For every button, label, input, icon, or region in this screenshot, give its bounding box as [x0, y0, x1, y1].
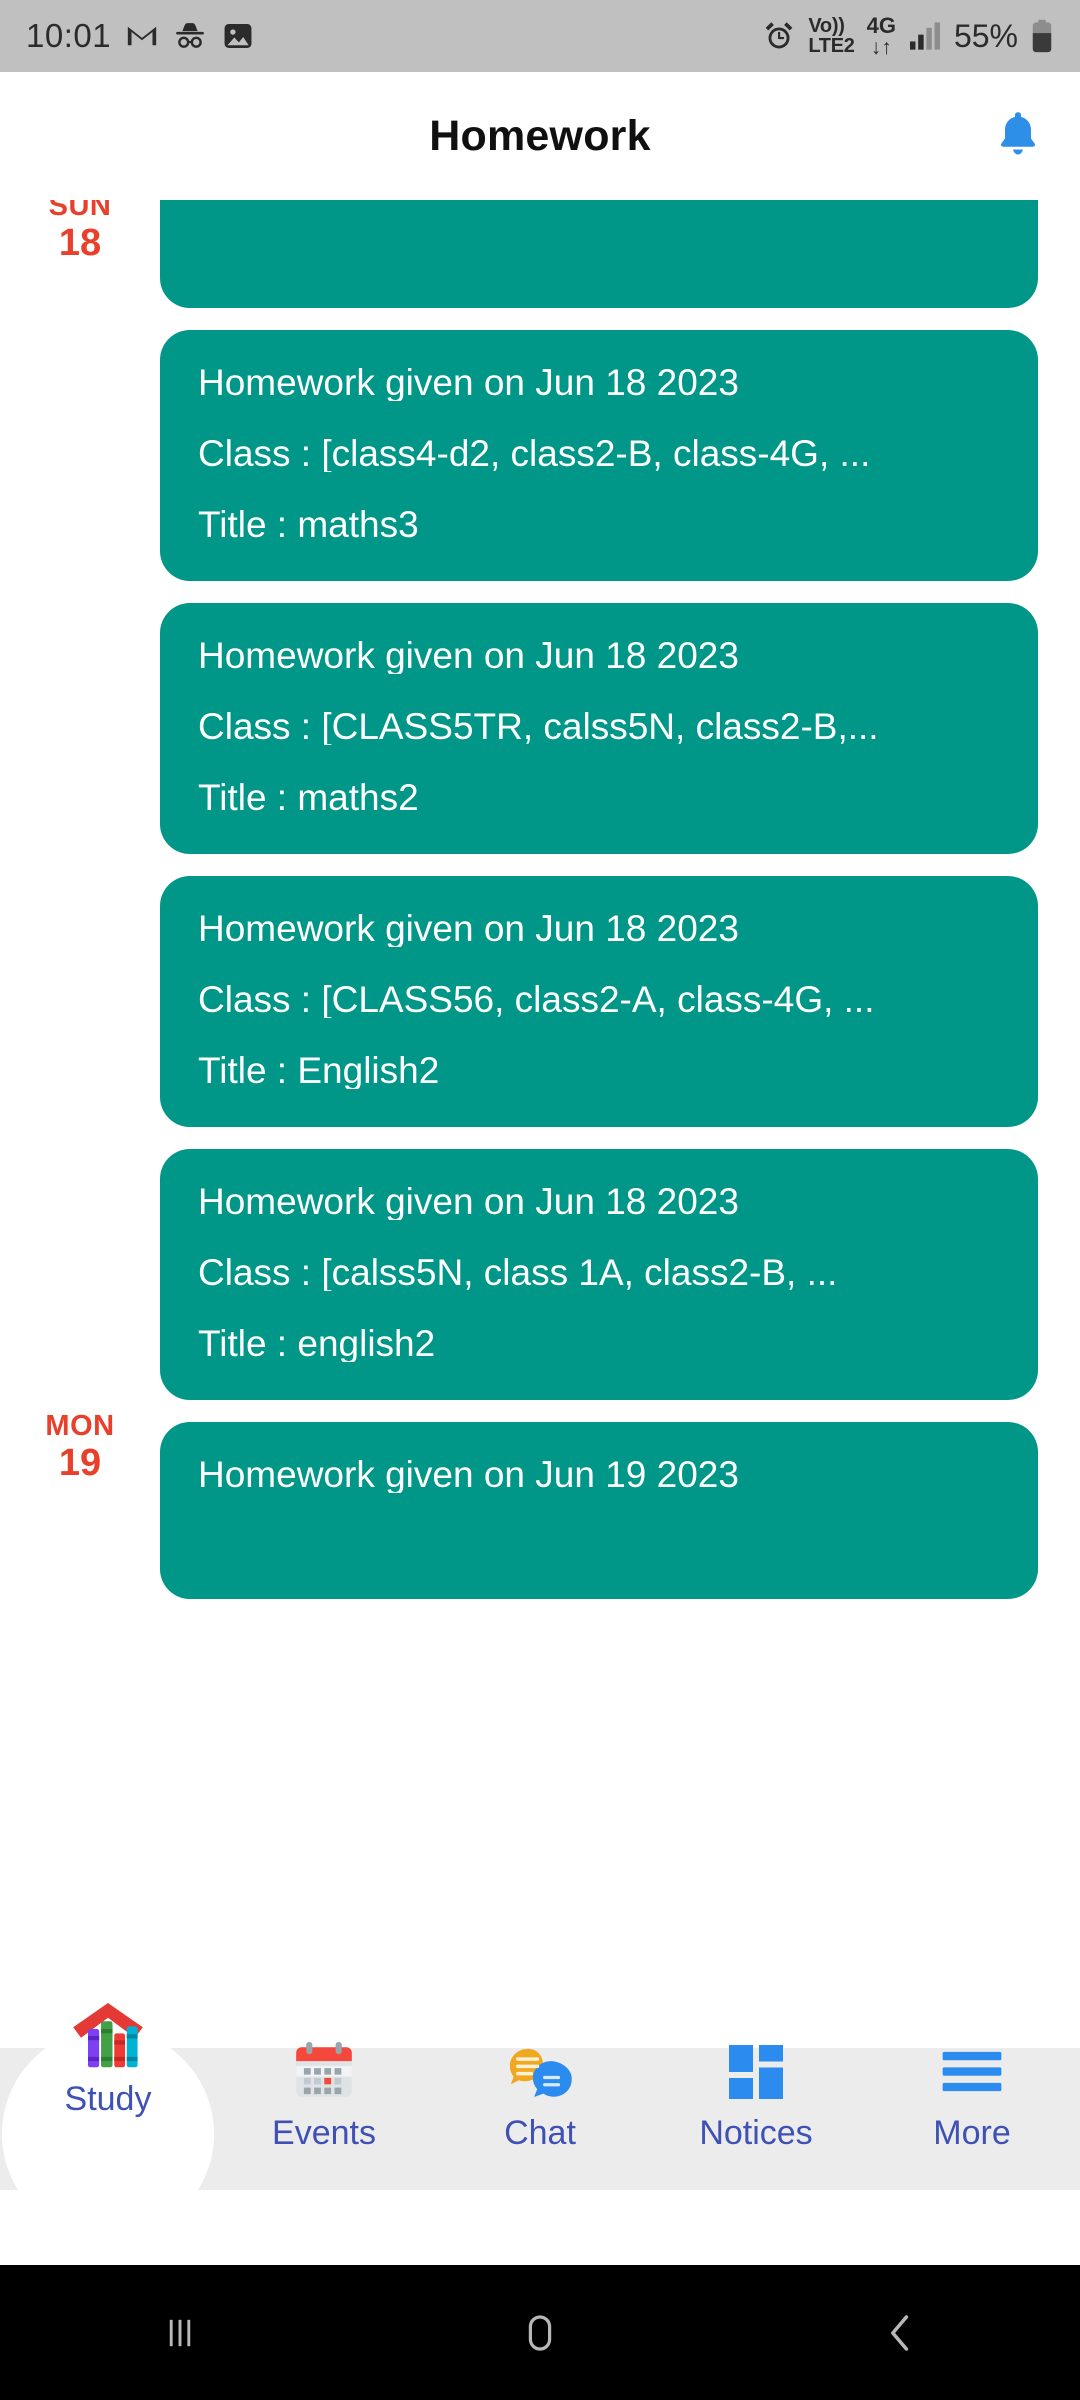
nav-label-notices: Notices — [699, 2114, 813, 2152]
homework-class-line: Class : [CLASS5TR, calss5N, class2-B,... — [198, 708, 879, 745]
homework-list[interactable]: SUN 18 Homework given on Jun 18 2023 Cla… — [0, 200, 1080, 1960]
homework-card[interactable]: Homework given on Jun 18 2023 Class : [C… — [160, 876, 1038, 1127]
day-group: SUN 18 Homework given on Jun 18 2023 Cla… — [0, 200, 1080, 1400]
homework-card[interactable]: Homework given on Jun 18 2023 Class : [C… — [160, 603, 1038, 854]
homework-card[interactable]: Homework given on Jun 19 2023 — [160, 1422, 1038, 1599]
date-day-number: 18 — [58, 222, 102, 265]
homework-title-line: Title : English2 — [198, 1052, 440, 1089]
bottom-nav-items: Study Events Chat Notices More — [0, 1980, 1080, 2190]
phone-screen: 10:01 Vo)) LTE2 4G ↓↑ 55% Homework SUN 1… — [0, 0, 1080, 2400]
nav-label-chat: Chat — [504, 2114, 576, 2152]
calendar-icon — [290, 2036, 358, 2108]
homework-card[interactable]: Homework given on Jun 18 2023 Class : [c… — [160, 1149, 1038, 1400]
battery-percent-label: 55% — [953, 17, 1018, 54]
homework-heading: Homework given on Jun 18 2023 — [198, 910, 739, 947]
date-label: SUN 18 — [0, 200, 160, 265]
homework-title-line: Title : english2 — [198, 1325, 436, 1362]
chat-bubbles-icon — [504, 2036, 576, 2108]
battery-icon — [1030, 19, 1054, 53]
grid-icon — [723, 2036, 789, 2108]
homework-heading: Homework given on Jun 18 2023 — [198, 637, 739, 674]
status-bar-left: 10:01 — [26, 17, 255, 55]
recents-icon — [158, 2311, 202, 2355]
home-icon — [516, 2309, 564, 2357]
system-navigation-bar — [0, 2265, 1080, 2400]
homework-class-line: Class : [CLASS56, class2-A, class-4G, ..… — [198, 981, 875, 1018]
homework-class-line: Class : [calss5N, class 1A, class2-B, ..… — [198, 1254, 838, 1291]
nav-item-chat[interactable]: Chat — [432, 1980, 648, 2150]
homework-heading: Homework given on Jun 19 2023 — [198, 1456, 739, 1493]
homework-heading: Homework given on Jun 18 2023 — [198, 364, 739, 401]
nav-label-more: More — [933, 2114, 1011, 2152]
homework-heading: Homework given on Jun 18 2023 — [198, 1183, 739, 1220]
day-group: MON 19 Homework given on Jun 19 2023 — [0, 1410, 1080, 1599]
status-bar: 10:01 Vo)) LTE2 4G ↓↑ 55% — [0, 0, 1080, 72]
status-bar-clock: 10:01 — [26, 17, 112, 54]
nav-item-study[interactable]: Study — [0, 1980, 216, 2116]
nav-item-notices[interactable]: Notices — [648, 1980, 864, 2150]
homework-card[interactable] — [160, 200, 1038, 308]
date-day-of-week: SUN — [48, 200, 112, 222]
homework-title-line: Title : maths2 — [198, 779, 419, 816]
notification-bell-button[interactable] — [992, 108, 1044, 165]
nav-item-more[interactable]: More — [864, 1980, 1080, 2150]
status-bar-right: Vo)) LTE2 4G ↓↑ 55% — [762, 12, 1054, 59]
volte-indicator: Vo)) LTE2 — [808, 15, 855, 57]
recents-button[interactable] — [90, 2265, 270, 2400]
network-type-label: 4G — [866, 12, 896, 38]
date-label: MON 19 — [0, 1410, 160, 1485]
homework-title-line: Title : maths3 — [198, 506, 419, 543]
network-type-indicator: 4G ↓↑ — [866, 12, 896, 59]
volte-label-top: Vo)) — [808, 15, 845, 37]
nav-label-study: Study — [64, 2080, 152, 2118]
home-button[interactable] — [450, 2265, 630, 2400]
homework-card[interactable]: Homework given on Jun 18 2023 Class : [c… — [160, 330, 1038, 581]
nav-label-events: Events — [272, 2114, 376, 2152]
volte-label-bottom: LTE2 — [808, 35, 855, 57]
bottom-navigation-bar: Study Events Chat Notices More — [0, 1980, 1080, 2240]
gallery-icon — [221, 19, 255, 53]
app-bar: Homework — [0, 72, 1080, 200]
page-title: Homework — [429, 111, 651, 160]
bell-icon — [992, 108, 1044, 160]
school-books-icon — [66, 2000, 150, 2072]
hamburger-icon — [938, 2036, 1006, 2108]
date-day-of-week: MON — [45, 1410, 115, 1442]
back-icon — [876, 2309, 924, 2357]
homework-class-line: Class : [class4-d2, class2-B, class-4G, … — [198, 435, 871, 472]
nav-item-events[interactable]: Events — [216, 1980, 432, 2150]
signal-bars-icon — [908, 21, 942, 51]
back-button[interactable] — [810, 2265, 990, 2400]
date-day-number: 19 — [58, 1442, 102, 1485]
incognito-icon — [173, 19, 207, 53]
alarm-icon — [762, 19, 796, 53]
data-transfer-icon: ↓↑ — [870, 35, 892, 59]
gmail-icon — [125, 19, 159, 53]
